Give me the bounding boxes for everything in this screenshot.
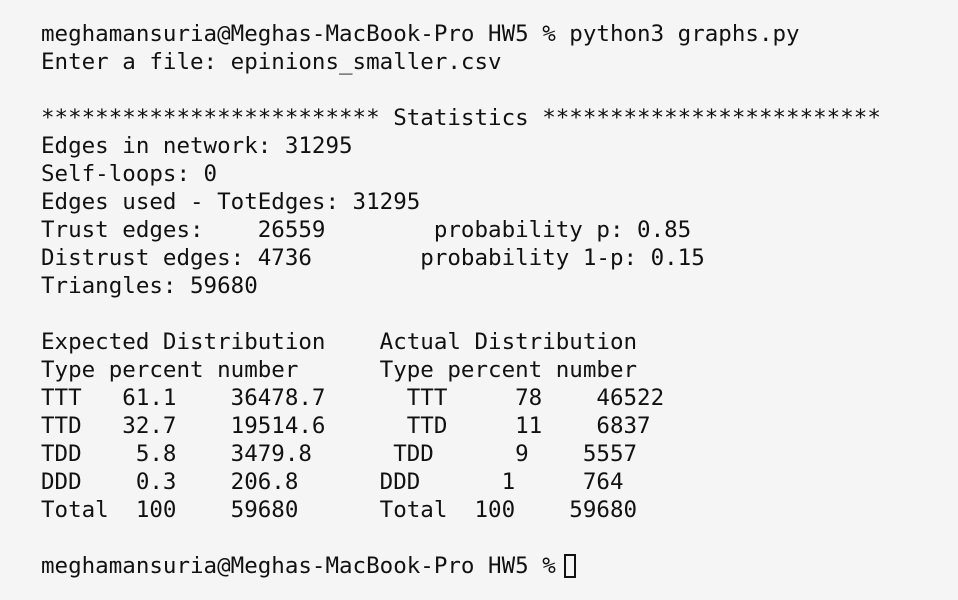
self-loops-line: Self-loops: 0 (41, 161, 218, 187)
file-input-line: Enter a file: epinions_smaller.csv (41, 49, 502, 75)
trust-edges-line: Trust edges: 26559 probability p: 0.85 (41, 217, 692, 243)
table-row: DDD 0.3 206.8 DDD 1 764 (41, 469, 624, 495)
triangles-line: Triangles: 59680 (41, 273, 258, 299)
distrust-edges-line: Distrust edges: 4736 probability 1-p: 0.… (41, 245, 705, 271)
text-cursor[interactable] (563, 554, 576, 578)
edges-in-network-line: Edges in network: 31295 (41, 133, 353, 159)
terminal-window[interactable]: meghamansuria@Meghas-MacBook-Pro HW5 % p… (0, 0, 958, 600)
table-row: TTD 32.7 19514.6 TTD 11 6837 (41, 413, 651, 439)
table-total-row: Total 100 59680 Total 100 59680 (41, 497, 638, 523)
edges-used-line: Edges used - TotEdges: 31295 (41, 189, 421, 215)
statistics-header: ************************* Statistics ***… (41, 105, 881, 131)
prompt-line[interactable]: meghamansuria@Meghas-MacBook-Pro HW5 % (41, 552, 958, 580)
shell-prompt: meghamansuria@Meghas-MacBook-Pro HW5 % (41, 553, 556, 579)
table-row: TTT 61.1 36478.7 TTT 78 46522 (41, 385, 665, 411)
command-line: meghamansuria@Meghas-MacBook-Pro HW5 % p… (41, 21, 800, 47)
table-row: TDD 5.8 3479.8 TDD 9 5557 (41, 441, 638, 467)
distribution-columns-line: Type percent number Type percent number (41, 357, 638, 383)
distribution-headers-line: Expected Distribution Actual Distributio… (41, 329, 638, 355)
